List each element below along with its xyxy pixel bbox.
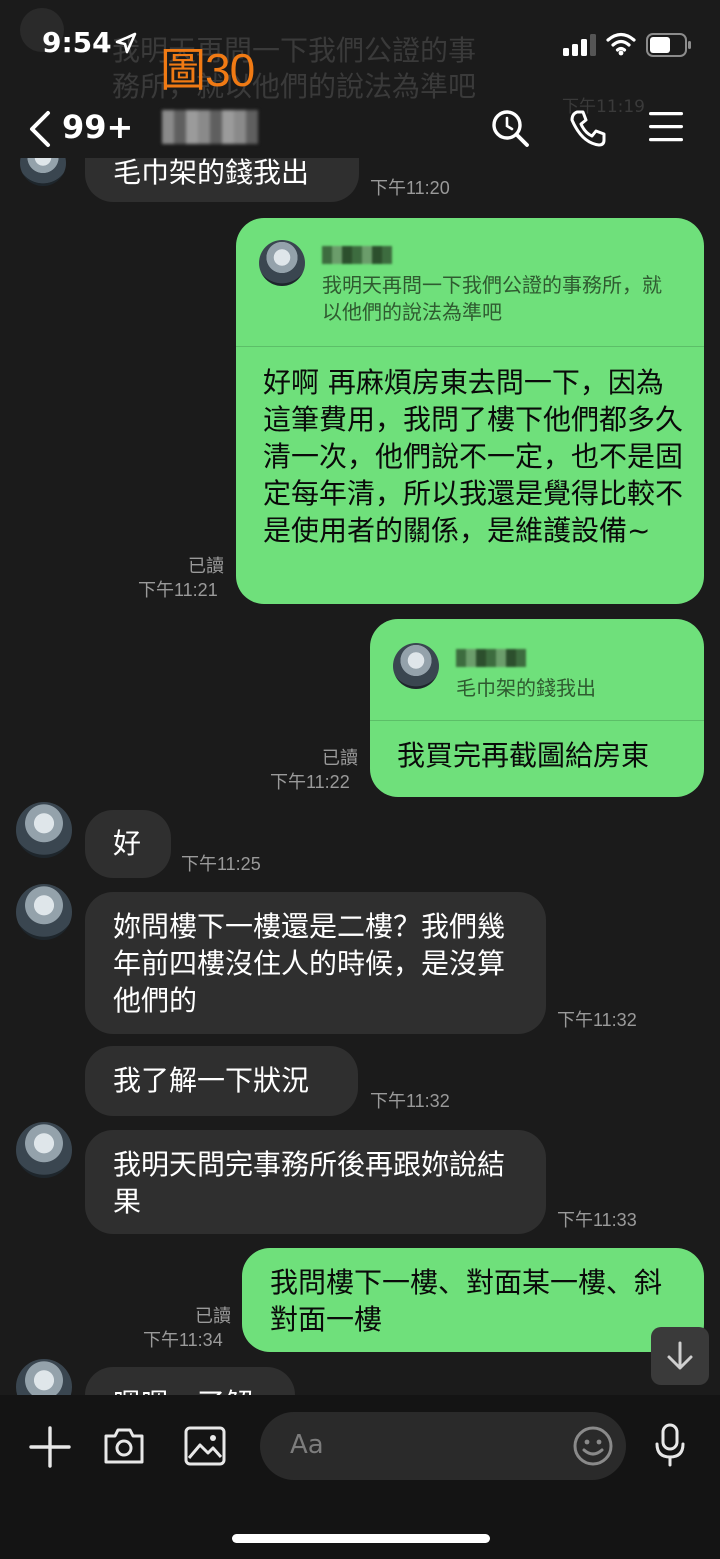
scroll-to-bottom-button[interactable] (651, 1327, 709, 1385)
search-icon[interactable] (490, 108, 530, 148)
contact-name-redacted (162, 110, 258, 144)
unread-count[interactable]: 99+ (62, 108, 133, 146)
message-text: 好啊 再麻煩房東去問一下，因為這筆費用，我問了樓下他們都多久清一次，他們說不一定… (263, 366, 684, 547)
location-arrow-icon (115, 32, 137, 54)
message-row-m8: 嗯嗯，了解 (0, 1355, 720, 1395)
quoted-text: 毛巾架的錢我出 (456, 676, 596, 700)
message-row-m0: 毛巾架的錢我出 下午11:20 (0, 158, 720, 206)
arrow-down-icon (667, 1341, 693, 1370)
quoted-name-redacted (456, 649, 526, 667)
status-time: 9:54 (42, 26, 112, 59)
incoming-bubble[interactable]: 妳問樓下一樓還是二樓？我們幾年前四樓沒住人的時候，是沒算他們的 (85, 892, 546, 1034)
quote-divider (370, 720, 704, 721)
message-time: 下午11:33 (557, 1210, 637, 1230)
message-time: 下午11:25 (181, 854, 261, 874)
message-input-placeholder: Aa (290, 1430, 324, 1460)
message-time: 下午11:32 (370, 1091, 450, 1111)
incoming-bubble[interactable]: 毛巾架的錢我出 (85, 158, 359, 202)
wifi-icon (606, 32, 636, 56)
quoted-avatar (259, 240, 305, 286)
quoted-text: 我明天再問一下我們公證的事務所，就以他們的說法為準吧 (322, 273, 662, 324)
incoming-bubble[interactable]: 我了解一下狀況 (85, 1046, 358, 1116)
emoji-icon[interactable] (572, 1425, 614, 1467)
contact-avatar[interactable] (16, 884, 72, 940)
message-text: 我買完再截圖給房東 (397, 739, 650, 772)
read-receipt: 已讀 (322, 748, 358, 768)
contact-avatar[interactable] (16, 1359, 72, 1395)
quoted-name-redacted (322, 246, 392, 264)
incoming-bubble[interactable]: 嗯嗯，了解 (85, 1367, 295, 1395)
outgoing-bubble[interactable]: 我問樓下一樓、對面某一樓、斜對面一樓 (242, 1248, 704, 1352)
phone-icon[interactable] (568, 108, 608, 148)
contact-avatar[interactable] (20, 158, 66, 186)
camera-icon[interactable] (102, 1425, 146, 1467)
back-chevron-icon[interactable] (28, 110, 52, 148)
quote-divider (236, 346, 704, 347)
read-receipt: 已讀 (195, 1306, 231, 1326)
contact-avatar[interactable] (16, 802, 72, 858)
home-indicator (232, 1534, 490, 1543)
quoted-avatar (393, 643, 439, 689)
message-time: 下午11:22 (270, 772, 350, 792)
message-time: 下午11:32 (557, 1010, 637, 1030)
plus-icon[interactable] (28, 1425, 72, 1469)
incoming-bubble[interactable]: 我明天問完事務所後再跟妳說結果 (85, 1130, 546, 1234)
outgoing-bubble-reply[interactable]: 毛巾架的錢我出 我買完再截圖給房東 (370, 619, 704, 797)
battery-icon (646, 33, 691, 57)
incoming-bubble[interactable]: 好 (85, 810, 171, 878)
figure-label: 圖30 (160, 44, 255, 96)
message-time: 下午11:34 (143, 1330, 223, 1350)
outgoing-bubble-reply[interactable]: 我明天再問一下我們公證的事務所，就以他們的說法為準吧 好啊 再麻煩房東去問一下，… (236, 218, 704, 604)
read-receipt: 已讀 (188, 556, 224, 576)
message-time: 下午11:21 (138, 580, 218, 600)
signal-icon (563, 34, 596, 56)
contact-avatar[interactable] (16, 1122, 72, 1178)
message-time: 下午11:20 (370, 178, 450, 198)
image-icon[interactable] (183, 1425, 227, 1467)
menu-icon[interactable] (649, 110, 685, 144)
mic-icon[interactable] (653, 1422, 687, 1468)
